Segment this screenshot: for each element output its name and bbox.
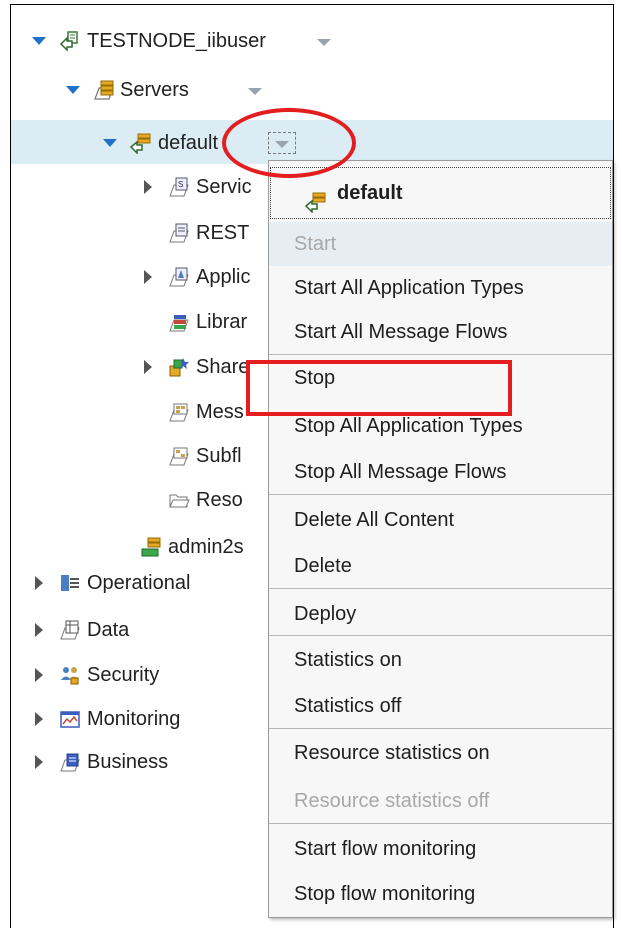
admin-server-label: admin2s [168, 536, 244, 558]
menu-separator [269, 588, 612, 589]
expand-right-icon[interactable] [31, 755, 45, 769]
menu-item-stop-flow-monitoring[interactable]: Stop flow monitoring [269, 872, 612, 916]
tree-node-data[interactable]: Data [0, 615, 268, 645]
menu-separator [269, 354, 612, 355]
annotation-ellipse [222, 108, 356, 178]
menu-header-default: default [270, 167, 611, 219]
menu-item-resource-statistics-on[interactable]: Resource statistics on [269, 731, 612, 775]
menu-item-delete[interactable]: Delete [269, 544, 612, 588]
tree-node-operational[interactable]: Operational [0, 568, 268, 598]
shared-libraries-icon [168, 356, 190, 378]
tree-node-applications[interactable]: Applic [0, 262, 268, 292]
tree-node-servers[interactable]: Servers [0, 75, 300, 105]
message-models-label: Mess [196, 401, 244, 423]
tree-node-monitoring[interactable]: Monitoring [0, 704, 268, 734]
tree-node-business[interactable]: Business [0, 747, 268, 777]
tree-node-testnode[interactable]: TESTNODE_iibuser [0, 26, 380, 56]
expand-down-icon[interactable] [102, 136, 117, 150]
tree-node-resources[interactable]: Reso [0, 485, 268, 515]
menu-item-resource-statistics-off[interactable]: Resource statistics off [269, 779, 612, 823]
subflows-label: Subfl [196, 445, 242, 467]
expand-right-icon[interactable] [31, 623, 45, 637]
monitoring-chart-icon [59, 708, 81, 730]
menu-header-label: default [337, 182, 403, 204]
monitoring-label: Monitoring [87, 708, 181, 730]
expand-down-icon[interactable] [31, 34, 46, 48]
tree-node-message-models[interactable]: Mess [0, 397, 268, 427]
tree-node-shared-libraries[interactable]: Share [0, 352, 268, 382]
servers-label: Servers [120, 79, 189, 101]
rest-label: REST [196, 222, 250, 244]
servers-folder-icon [93, 79, 115, 101]
menu-item-delete-all-content[interactable]: Delete All Content [269, 498, 612, 542]
menu-item-statistics-on[interactable]: Statistics on [269, 638, 612, 682]
tree-node-admin-server[interactable]: admin2s [0, 532, 268, 562]
expand-right-icon[interactable] [140, 270, 154, 284]
menu-item-start-all-message-flows[interactable]: Start All Message Flows [269, 310, 612, 354]
servers-menu-dropdown-icon[interactable] [247, 86, 263, 98]
tree-node-security[interactable]: Security [0, 660, 268, 690]
operational-label: Operational [87, 572, 191, 594]
rest-apis-folder-icon [168, 222, 190, 244]
menu-separator [269, 494, 612, 495]
subflows-folder-icon [168, 445, 190, 467]
integration-server-icon [140, 536, 162, 558]
context-menu: default Start Start All Application Type… [268, 160, 613, 918]
tree-node-services[interactable]: S Servic [0, 172, 268, 202]
operational-policy-icon [59, 572, 81, 594]
menu-item-statistics-off[interactable]: Statistics off [269, 684, 612, 728]
data-folder-icon [59, 619, 81, 641]
shared-libraries-label: Share [196, 356, 250, 378]
applications-folder-icon [168, 266, 190, 288]
resources-label: Reso [196, 489, 243, 511]
integration-server-icon [129, 132, 152, 155]
resources-folder-icon [168, 489, 190, 511]
security-users-icon [59, 664, 81, 686]
libraries-label: Librar [196, 311, 248, 333]
tree-node-rest[interactable]: REST [0, 218, 268, 248]
menu-item-start-flow-monitoring[interactable]: Start flow monitoring [269, 827, 612, 871]
applications-label: Applic [196, 266, 251, 288]
node-menu-dropdown-icon[interactable] [316, 37, 332, 49]
expand-right-icon[interactable] [140, 360, 154, 374]
node-label: TESTNODE_iibuser [87, 30, 266, 52]
menu-item-deploy[interactable]: Deploy [269, 592, 612, 636]
svg-text:S: S [178, 180, 183, 189]
expand-down-icon[interactable] [65, 83, 80, 97]
expand-right-icon[interactable] [31, 712, 45, 726]
data-label: Data [87, 619, 130, 641]
services-folder-icon: S [168, 176, 190, 198]
message-models-folder-icon [168, 401, 190, 423]
menu-separator [269, 728, 612, 729]
tree-node-subflows[interactable]: Subfl [0, 441, 268, 471]
menu-separator [269, 823, 612, 824]
menu-item-stop-all-message-flows[interactable]: Stop All Message Flows [269, 450, 612, 494]
business-folder-icon [59, 751, 81, 773]
expand-right-icon[interactable] [31, 576, 45, 590]
expand-right-icon[interactable] [31, 668, 45, 682]
menu-item-start-all-application-types[interactable]: Start All Application Types [269, 266, 612, 310]
integration-node-icon [59, 30, 81, 52]
libraries-icon [168, 311, 190, 333]
expand-right-icon[interactable] [140, 180, 154, 194]
security-label: Security [87, 664, 160, 686]
annotation-rectangle [246, 360, 512, 416]
menu-item-start[interactable]: Start [269, 222, 612, 266]
default-server-label: default [158, 132, 219, 154]
services-label: Servic [196, 176, 252, 198]
integration-server-icon [304, 182, 327, 214]
tree-node-libraries[interactable]: Librar [0, 307, 268, 337]
business-label: Business [87, 751, 169, 773]
menu-separator [269, 635, 612, 636]
